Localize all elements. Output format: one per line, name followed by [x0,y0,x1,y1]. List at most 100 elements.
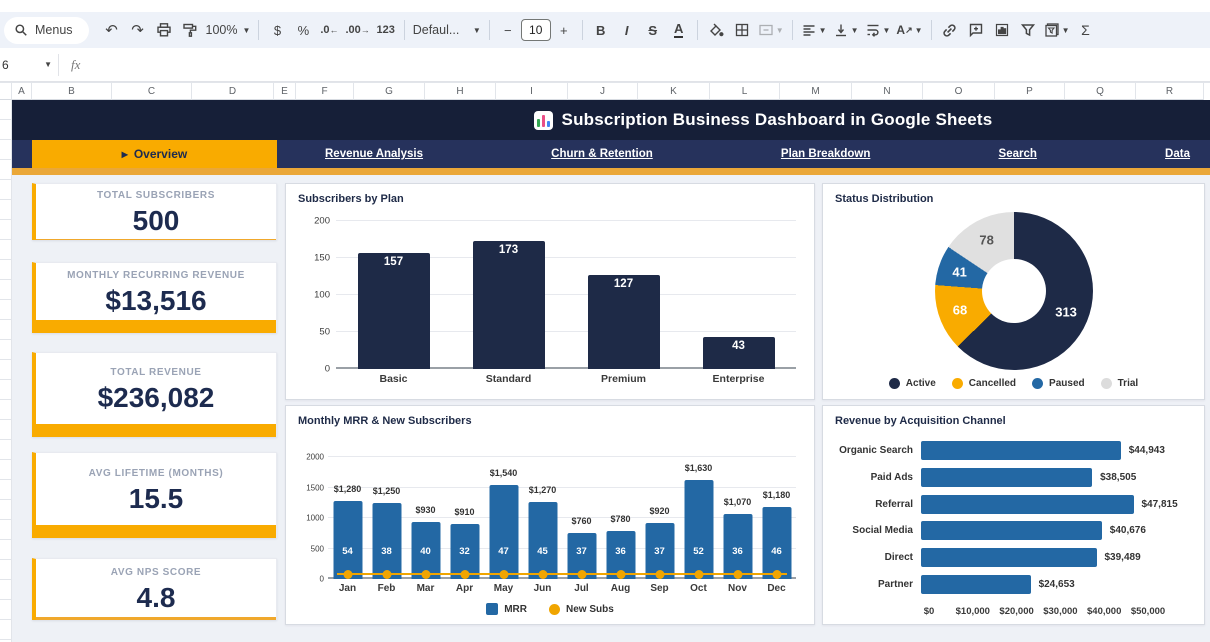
column-header-N[interactable]: N [852,83,923,100]
new-subs-count-label: 36 [606,546,635,557]
align-left-icon [801,22,817,38]
y-tick-label: 150 [300,253,330,264]
column-header-R[interactable]: R [1136,83,1204,100]
font-selector[interactable]: Defaul...▼ [410,17,484,43]
column-header-D[interactable]: D [192,83,274,100]
corner-cell[interactable] [0,83,12,100]
new-subs-dot [421,570,430,579]
borders-button[interactable] [729,17,755,43]
mrr-value-label: $1,540 [490,468,518,478]
name-box[interactable]: 6 ▼ [0,58,58,72]
create-filter-button[interactable] [1015,17,1041,43]
text-wrap-button[interactable]: ▼ [862,17,894,43]
new-subs-dot [577,570,586,579]
more-formats-button[interactable]: 123 [373,17,399,43]
new-subs-dot [538,570,547,579]
vertical-align-icon [833,22,849,38]
tab-churn-retention[interactable]: Churn & Retention [551,148,653,160]
x-label: Standard [451,373,566,385]
x-label: Mar [406,583,445,594]
column-header-C[interactable]: C [112,83,192,100]
format-percent-button[interactable]: % [290,17,316,43]
x-label: Jan [328,583,367,594]
formula-bar: 6 ▼ fx [0,48,1210,82]
category-label: Organic Search [835,445,921,456]
kpi-label: AVG NPS SCORE [111,567,201,578]
fx-icon: fx [71,57,80,73]
zoom-control[interactable]: 100%▼ [203,17,254,43]
legend-label: Active [906,378,936,389]
column-header-O[interactable]: O [923,83,995,100]
increase-decimals-button[interactable]: .00→ [342,17,372,43]
text-color-button[interactable]: A [666,17,692,43]
new-subs-count-label: 37 [567,546,596,557]
merge-cells-button[interactable]: ▼ [755,17,787,43]
x-tick-label: $50,000 [1131,606,1165,617]
bar: 157 [358,253,430,369]
column-header-G[interactable]: G [354,83,425,100]
new-subs-dot [499,570,508,579]
paint-format-button[interactable] [177,17,203,43]
column-header-E[interactable]: E [274,83,296,100]
column-header-B[interactable]: B [32,83,112,100]
bar-column-jan: 54$1,280 [328,457,367,579]
kpi-card-avg-lifetime-months-: AVG LIFETIME (MONTHS)15.5 [32,452,277,538]
tab-revenue-analysis[interactable]: Revenue Analysis [325,148,423,160]
chart-card-revenue-by-channel[interactable]: Revenue by Acquisition Channel Organic S… [822,405,1205,625]
font-size-input[interactable]: 10 [521,19,551,41]
column-header-L[interactable]: L [710,83,780,100]
column-header-Q[interactable]: Q [1065,83,1136,100]
decrease-font-size-button[interactable]: − [495,17,521,43]
functions-button[interactable]: Σ [1072,17,1098,43]
chart-card-subscribers-by-plan[interactable]: Subscribers by Plan 20015010050015717312… [285,183,815,400]
tab-overview[interactable]: ▸ Overview [32,140,277,168]
undo-button[interactable]: ↶ [99,17,125,43]
menus-search[interactable]: Menus [4,17,89,44]
chevron-down-icon: ▼ [915,26,923,35]
insert-comment-button[interactable] [963,17,989,43]
format-currency-button[interactable]: $ [264,17,290,43]
tab-search[interactable]: Search [999,148,1037,160]
new-subs-count-label: 45 [528,546,557,557]
legend-dot-icon [1032,378,1043,389]
chart-card-monthly-mrr[interactable]: Monthly MRR & New Subscribers 2000150010… [285,405,815,625]
strikethrough-button[interactable]: S [640,17,666,43]
decrease-decimals-button[interactable]: .0← [316,17,342,43]
redo-button[interactable]: ↷ [125,17,151,43]
column-header-P[interactable]: P [995,83,1065,100]
x-label: Nov [718,583,757,594]
tab-plan-breakdown[interactable]: Plan Breakdown [781,148,870,160]
column-header-J[interactable]: J [568,83,638,100]
bar-chart-emoji-icon [534,111,553,130]
insert-chart-button[interactable] [989,17,1015,43]
column-header-A[interactable]: A [12,83,32,100]
filter-views-button[interactable]: ▼ [1041,17,1073,43]
vertical-align-button[interactable]: ▼ [830,17,862,43]
row-header-strip[interactable] [0,100,12,642]
y-tick-label: 1000 [294,514,324,523]
new-subs-dot [655,570,664,579]
italic-button[interactable]: I [614,17,640,43]
x-label: Dec [757,583,796,594]
text-rotation-button[interactable]: A↗ ▼ [893,17,925,43]
gold-strip [12,168,1210,175]
funnel-icon [1020,22,1036,38]
tab-data[interactable]: Data [1165,148,1190,160]
horizontal-align-button[interactable]: ▼ [798,17,830,43]
fill-color-button[interactable] [703,17,729,43]
chart-card-status-distribution[interactable]: Status Distribution 313684178 ActiveCanc… [822,183,1205,400]
column-header-I[interactable]: I [496,83,568,100]
y-tick-label: 1500 [294,483,324,492]
column-header-H[interactable]: H [425,83,496,100]
formula-input[interactable] [80,48,1210,81]
h-bar-row-paid-ads: Paid Ads$38,505 [835,468,1192,487]
insert-link-button[interactable] [937,17,963,43]
increase-font-size-button[interactable]: + [551,17,577,43]
bold-button[interactable]: B [588,17,614,43]
column-header-K[interactable]: K [638,83,710,100]
chevron-down-icon: ▼ [1062,26,1070,35]
print-button[interactable] [151,17,177,43]
category-label: Paid Ads [835,472,921,483]
column-header-F[interactable]: F [296,83,354,100]
column-header-M[interactable]: M [780,83,852,100]
